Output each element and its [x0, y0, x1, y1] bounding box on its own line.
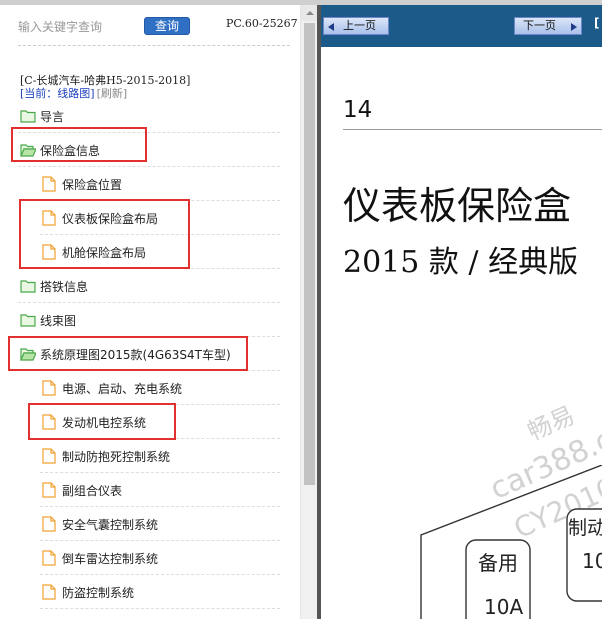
- tree-item-power-start-charge[interactable]: 电源、启动、充电系统: [40, 371, 280, 405]
- arrow-left-icon: [328, 23, 334, 31]
- tree-item-label: 线束图: [40, 314, 77, 328]
- document-icon: [42, 176, 56, 192]
- tree-item-parking-radar[interactable]: 倒车雷达控制系统: [40, 541, 280, 575]
- tree-item-label: 仪表板保险盒布局: [62, 212, 159, 226]
- tree-item-system-schematic[interactable]: 系统原理图2015款(4G63S4T车型): [18, 337, 280, 371]
- folder-open-icon: [20, 348, 36, 361]
- sidebar-scrollbar[interactable]: [300, 5, 318, 619]
- document-viewer: 上一页 下一页 [ 14 仪表板保险盒 2015 款 / 经典版 畅易 car3…: [321, 5, 602, 619]
- version-label: PC.60-25267: [226, 17, 298, 30]
- tree-item-harness-diagram[interactable]: 线束图: [18, 303, 280, 337]
- tree-item-label: 副组合仪表: [62, 484, 123, 498]
- search-row: 查询 PC.60-25267: [0, 5, 300, 45]
- tree-item-label: 发动机电控系统: [62, 416, 147, 430]
- fuse-label: 制动: [568, 517, 602, 539]
- tree-item-engine-fuse-layout[interactable]: 机舱保险盒布局: [40, 235, 280, 269]
- tree-item-label: 防盗控制系统: [62, 586, 135, 600]
- tree-item-airbag-control[interactable]: 安全气囊控制系统: [40, 507, 280, 541]
- divider: [18, 45, 290, 46]
- tree-item-intro[interactable]: 导言: [18, 99, 280, 133]
- tree-item-label: 机舱保险盒布局: [62, 246, 147, 260]
- scroll-up-arrow-icon[interactable]: [301, 5, 318, 21]
- tree-item-label: 导言: [40, 110, 65, 124]
- search-input[interactable]: [18, 17, 138, 37]
- tree-item-dashboard-fuse-layout[interactable]: 仪表板保险盒布局: [40, 201, 280, 235]
- document-icon: [42, 380, 56, 396]
- fuse-box-diagram: [420, 465, 602, 619]
- fuse-rating: 10: [582, 549, 602, 573]
- search-button[interactable]: 查询: [144, 17, 190, 35]
- tree-item-label: 倒车雷达控制系统: [62, 552, 159, 566]
- next-page-label: 下一页: [523, 19, 556, 32]
- document-icon: [42, 414, 56, 430]
- folder-icon: [20, 280, 36, 293]
- document-icon: [42, 210, 56, 226]
- arrow-right-icon: [571, 23, 577, 31]
- fuse-rating: 10A: [484, 595, 524, 619]
- tree-item-anti-theft[interactable]: 防盗控制系统: [40, 575, 280, 609]
- tree-item-fuse-box-location[interactable]: 保险盒位置: [40, 167, 280, 201]
- toolbar-extra: [: [594, 16, 600, 30]
- tree-item-label: 搭铁信息: [40, 280, 89, 294]
- prev-page-button[interactable]: 上一页: [323, 17, 389, 35]
- sidebar-panel: 查询 PC.60-25267 [C-长城汽车-哈弗H5-2015-2018] […: [0, 5, 300, 619]
- document-icon: [42, 448, 56, 464]
- tree-item-fuse-box-info[interactable]: 保险盒信息: [18, 133, 280, 167]
- folder-icon: [20, 314, 36, 327]
- tree-item-sub-cluster[interactable]: 副组合仪表: [40, 473, 280, 507]
- viewer-toolbar: 上一页 下一页 [: [321, 5, 602, 47]
- document-icon: [42, 550, 56, 566]
- tree-item-engine-control[interactable]: 发动机电控系统: [40, 405, 280, 439]
- tree-item-label: 系统原理图2015款(4G63S4T车型): [40, 348, 231, 362]
- prev-page-label: 上一页: [343, 19, 376, 32]
- fuse-label: 备用: [478, 551, 518, 575]
- tree-item-label: 保险盒位置: [62, 178, 123, 192]
- document-subtitle: 2015 款 / 经典版: [343, 245, 579, 280]
- tree-item-label: 电源、启动、充电系统: [62, 382, 183, 396]
- tree-item-label: 安全气囊控制系统: [62, 518, 159, 532]
- folder-open-icon: [20, 144, 36, 157]
- tree-item-ground-info[interactable]: 搭铁信息: [18, 269, 280, 303]
- next-page-button[interactable]: 下一页: [514, 17, 582, 35]
- tree-item-abs-control[interactable]: 制动防抱死控制系统: [40, 439, 280, 473]
- scrollbar-thumb[interactable]: [304, 23, 315, 485]
- document-icon: [42, 584, 56, 600]
- page-number: 14: [343, 97, 373, 123]
- document-title: 仪表板保险盒: [343, 184, 572, 228]
- document-icon: [42, 482, 56, 498]
- tree-item-label: 保险盒信息: [40, 144, 101, 158]
- page-rule: [343, 129, 602, 130]
- document-icon: [42, 516, 56, 532]
- tree-item-label: 制动防抱死控制系统: [62, 450, 171, 464]
- document-icon: [42, 244, 56, 260]
- folder-icon: [20, 110, 36, 123]
